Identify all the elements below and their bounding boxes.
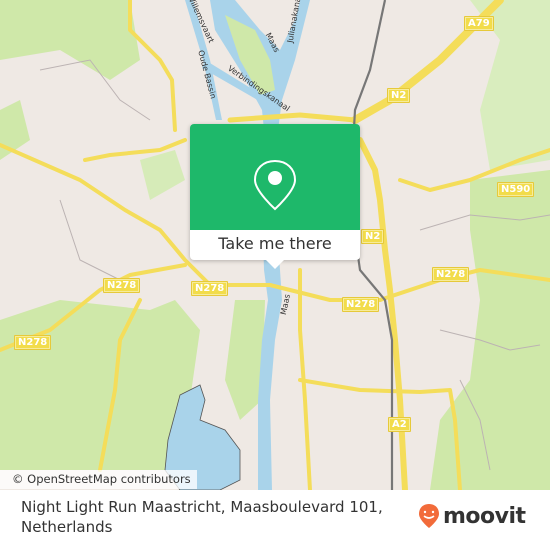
popup-pointer bbox=[266, 260, 284, 269]
moovit-wordmark: moovit bbox=[443, 503, 526, 529]
popup-header bbox=[190, 124, 360, 230]
road-shield-n2: N2 bbox=[387, 88, 411, 103]
map-attribution[interactable]: © OpenStreetMap contributors bbox=[0, 470, 197, 489]
road-shield-n278: N278 bbox=[103, 278, 141, 293]
location-pin-icon bbox=[253, 159, 297, 211]
moovit-logo[interactable]: moovit bbox=[418, 503, 526, 529]
road-shield-n2: N2 bbox=[361, 229, 385, 244]
map-canvas[interactable]: A79 N2 N590 N2 N278 N278 N278 N278 N278 … bbox=[0, 0, 550, 490]
road-shield-a2: A2 bbox=[388, 417, 411, 432]
road-shield-n278: N278 bbox=[191, 281, 229, 296]
location-address: Night Light Run Maastricht, Maasboulevar… bbox=[21, 498, 383, 536]
road-shield-n278: N278 bbox=[342, 297, 380, 312]
road-center-north bbox=[227, 112, 358, 123]
park-area-northwest bbox=[0, 0, 140, 80]
road-shield-n590: N590 bbox=[497, 182, 535, 197]
park-area-center bbox=[140, 150, 185, 200]
location-popup: Take me there bbox=[190, 124, 360, 269]
road-shield-n278: N278 bbox=[432, 267, 470, 282]
road-shield-a79: A79 bbox=[464, 16, 494, 31]
take-me-there-button[interactable]: Take me there bbox=[190, 230, 360, 260]
road-shield-n278: N278 bbox=[14, 335, 52, 350]
road-a2 bbox=[357, 137, 408, 490]
moovit-pin-icon bbox=[419, 504, 439, 528]
road-n2-west bbox=[128, 0, 177, 132]
